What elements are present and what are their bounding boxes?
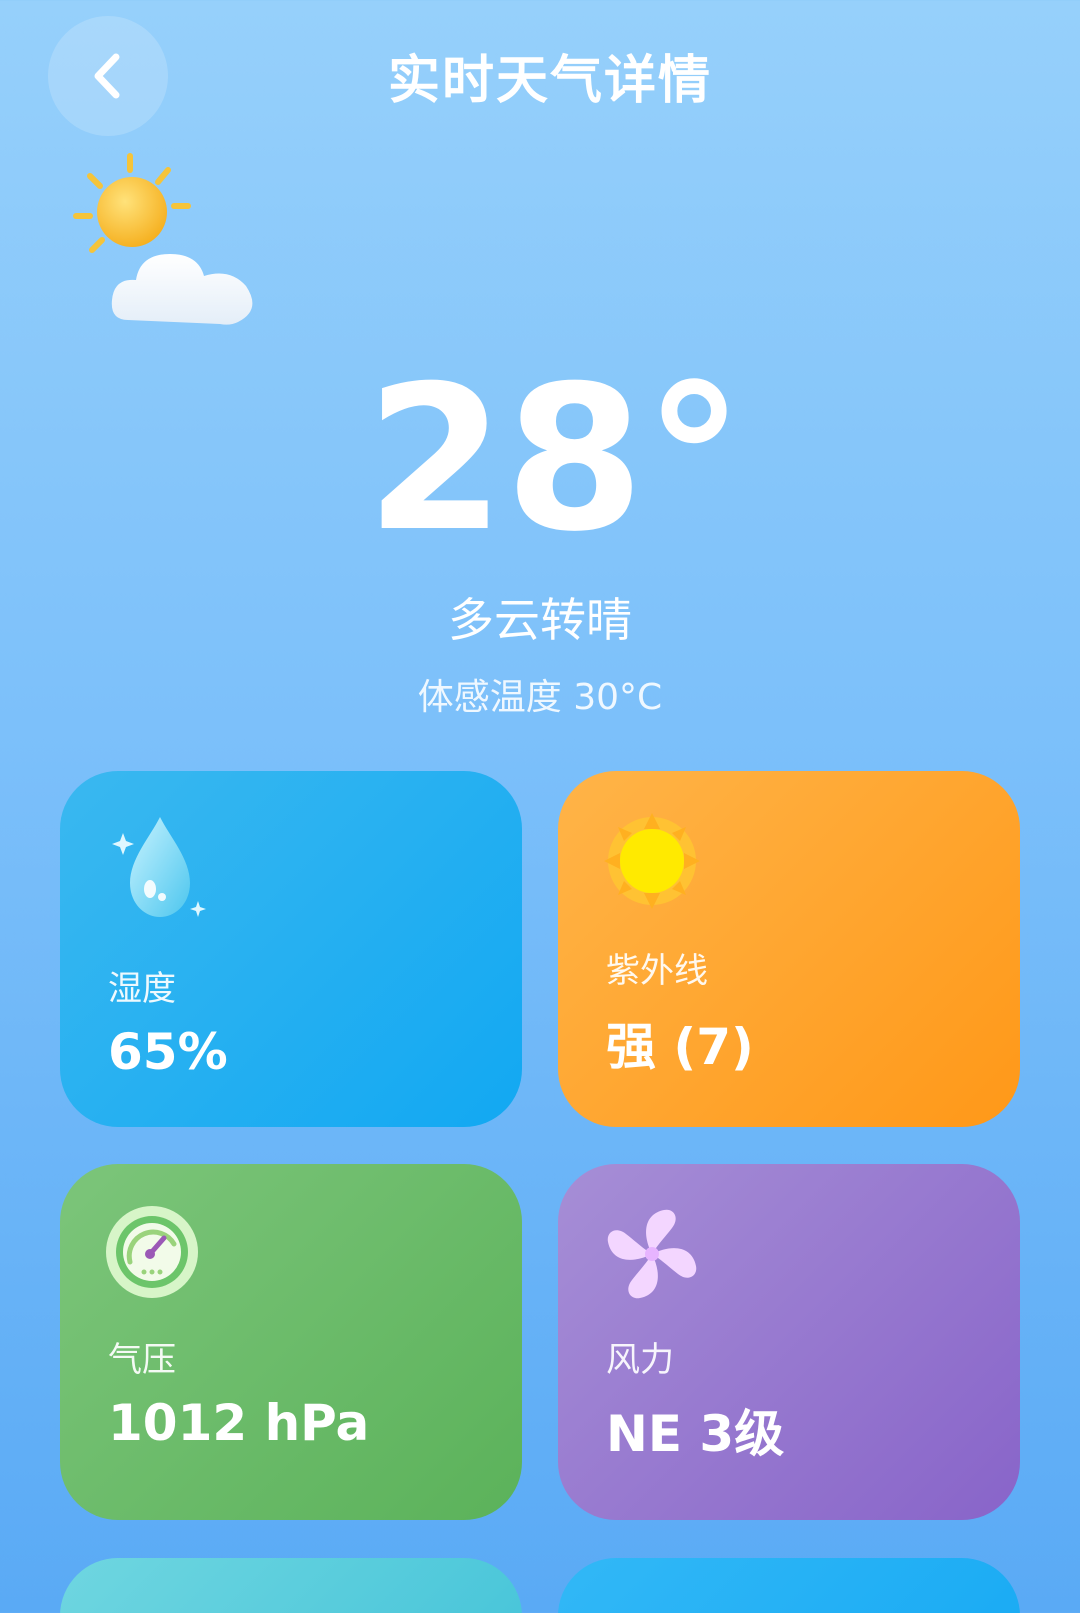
uv-label: 紫外线: [606, 951, 708, 991]
wind-label: 风力: [606, 1340, 674, 1380]
weather-condition: 多云转晴: [448, 593, 632, 647]
pressure-card[interactable]: 气压 1012 hPa: [60, 1164, 522, 1520]
wind-card[interactable]: 风力 NE 3级: [558, 1164, 1020, 1520]
extra-card-right[interactable]: [558, 1558, 1020, 1613]
humidity-value: 65%: [108, 1023, 228, 1081]
temperature-value: 28°: [365, 343, 745, 576]
sun-icon: [604, 813, 700, 909]
gauge-icon: [106, 1206, 198, 1298]
humidity-card[interactable]: 湿度 65%: [60, 771, 522, 1127]
extra-card-left[interactable]: [60, 1558, 522, 1613]
pinwheel-icon: [607, 1209, 697, 1299]
partly-cloudy-icon: [70, 150, 270, 340]
feels-like-temperature: 体感温度 30°C: [417, 677, 663, 718]
uv-card[interactable]: 紫外线 强 (7): [558, 771, 1020, 1127]
page-title: 实时天气详情: [387, 51, 712, 111]
header: 实时天气详情: [0, 0, 1080, 150]
temperature: 28°: [0, 360, 1080, 560]
uv-value: 强 (7): [606, 1018, 754, 1076]
humidity-label: 湿度: [108, 969, 176, 1009]
water-drop-icon: [112, 817, 206, 917]
pressure-value: 1012 hPa: [108, 1394, 370, 1452]
wind-value: NE 3级: [606, 1405, 785, 1463]
pressure-label: 气压: [108, 1340, 176, 1380]
